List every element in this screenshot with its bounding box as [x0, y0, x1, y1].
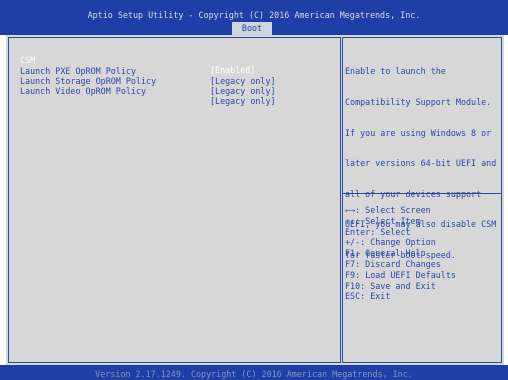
key-general-help: F1: General Help [345, 248, 426, 259]
key-change-option: +/-: Change Option [345, 237, 436, 248]
title-text: Aptio Setup Utility - Copyright (C) 2016… [87, 10, 421, 20]
key-save-exit: F10: Save and Exit [345, 280, 436, 291]
setting-value[interactable]: [Legacy only] [210, 86, 276, 96]
tab-boot[interactable]: Boot [232, 22, 272, 35]
key-select-screen: ←→: Select Screen [345, 205, 431, 215]
setting-label: Launch Storage OpROM Policy [20, 76, 157, 86]
version-text: Version 2.17.1249. Copyright (C) 2016 Am… [95, 369, 413, 379]
help-line: later versions 64-bit UEFI and [345, 158, 497, 169]
help-line: all of your devices support [345, 188, 482, 199]
footer-bar: Version 2.17.1249. Copyright (C) 2016 Am… [0, 365, 508, 380]
title-bar: Aptio Setup Utility - Copyright (C) 2016… [0, 0, 508, 35]
key-discard-changes: F7: Discard Changes [345, 258, 441, 269]
setting-csm[interactable]: CSM [Enabled] [20, 45, 255, 75]
key-load-defaults: F9: Load UEFI Defaults [345, 269, 456, 280]
setting-launch-video-oprom-policy[interactable]: Launch Video OpROM Policy [Legacy only] [20, 76, 276, 106]
setting-label: Launch Video OpROM Policy [20, 86, 147, 96]
setting-label: Launch PXE OpROM Policy [20, 66, 136, 76]
help-line: Compatibility Support Module. [345, 97, 492, 108]
setting-value[interactable]: [Legacy only] [210, 76, 276, 86]
key-exit: ESC: Exit [345, 291, 391, 302]
help-line: Enable to launch the [345, 66, 446, 77]
setting-launch-pxe-oprom-policy[interactable]: Launch PXE OpROM Policy [Legacy only] [20, 56, 276, 86]
key-select-item: ↑↓: Select Item [345, 215, 421, 226]
setting-value[interactable]: [Legacy only] [210, 96, 276, 106]
key-enter: Enter: Select [345, 226, 411, 237]
key-legend: ←→: Select Screen ↑↓: Select Item Enter:… [345, 205, 500, 302]
setting-launch-storage-oprom-policy[interactable]: Launch Storage OpROM Policy [Legacy only… [20, 66, 276, 96]
setting-value[interactable]: [Enabled] [210, 65, 255, 75]
help-line: If you are using Windows 8 or [345, 127, 492, 138]
